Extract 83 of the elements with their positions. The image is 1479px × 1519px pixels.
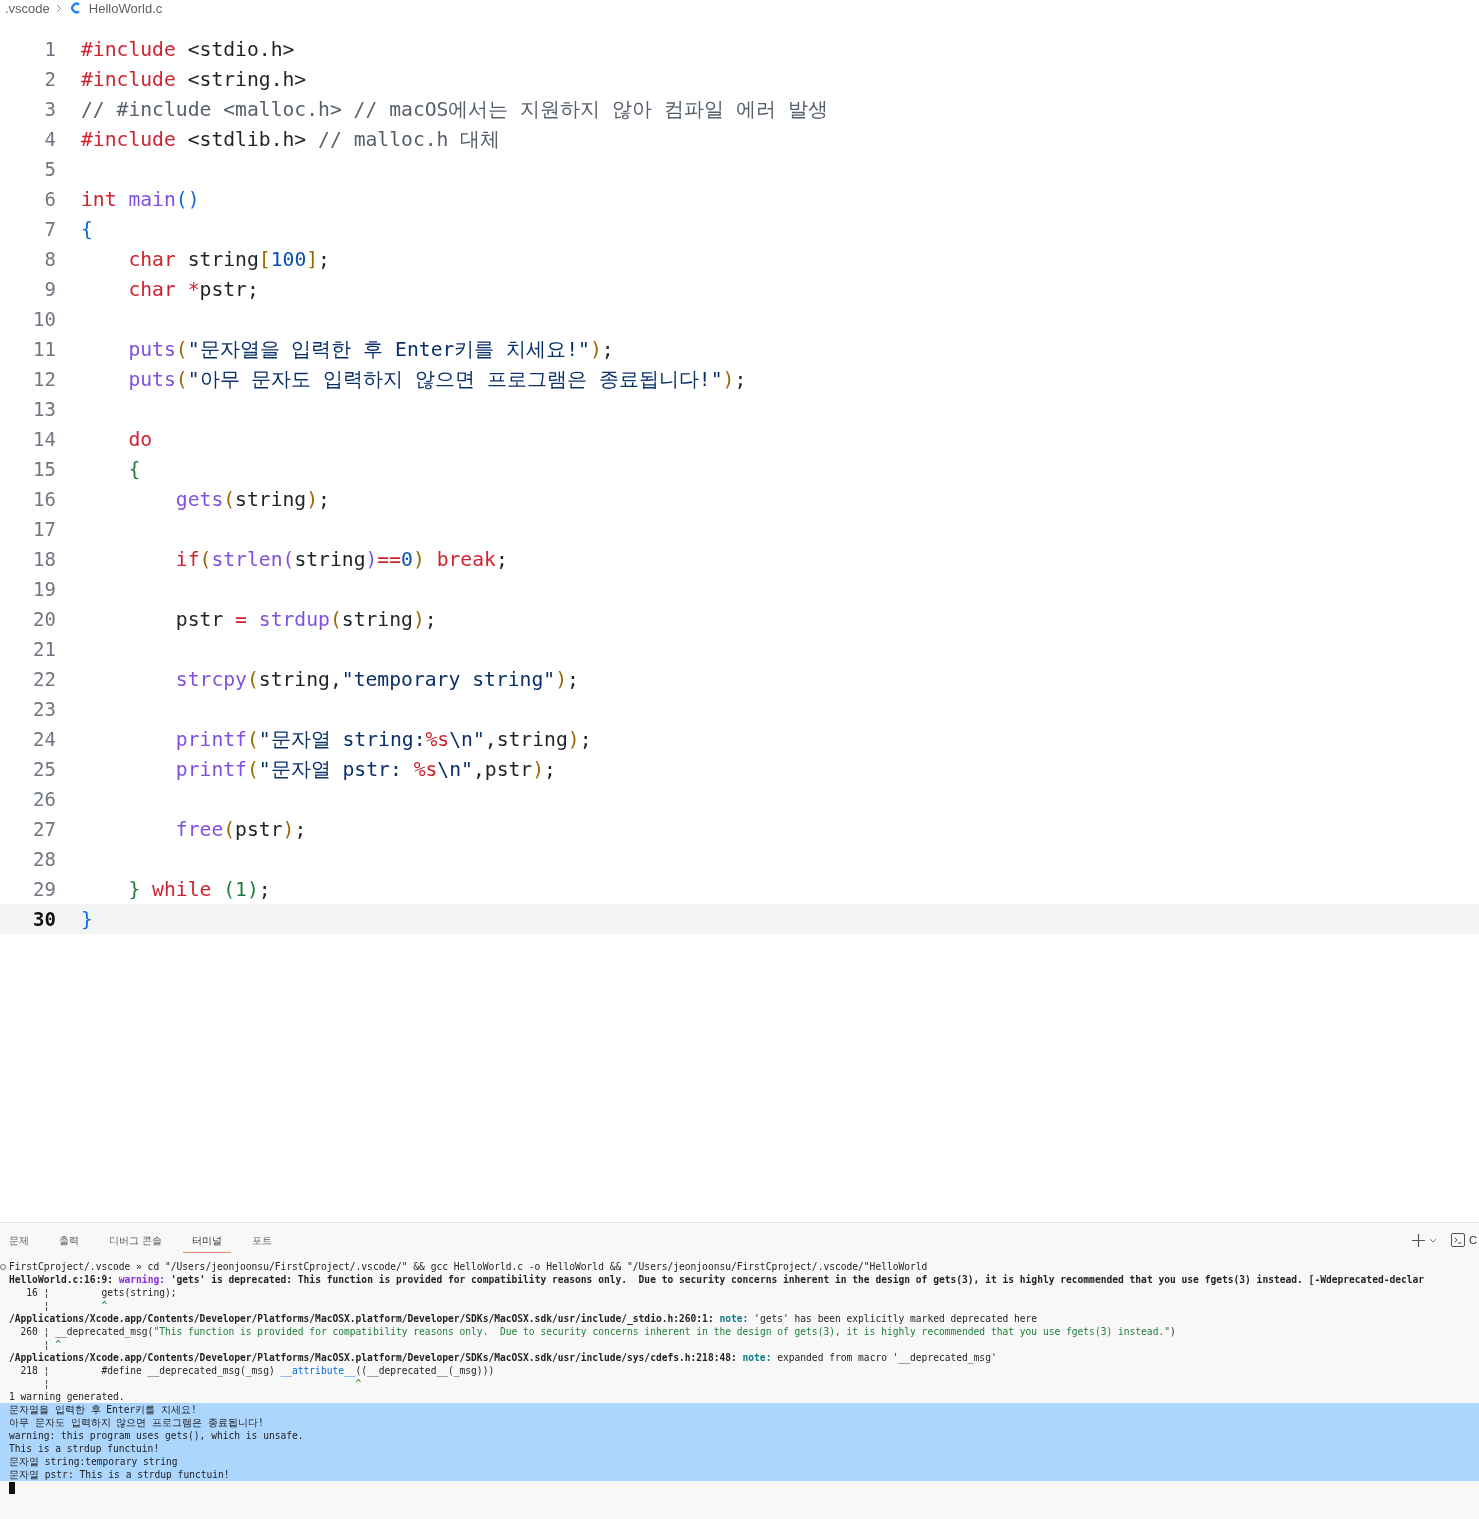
line-number: 24 <box>32 728 56 750</box>
code-line: // #include <malloc.h> // macOS에서는 지원하지 않아 컴파일 에러 발생 <box>81 96 828 123</box>
line-number: 20 <box>32 608 56 630</box>
terminal-line: /Applications/Xcode.app/Contents/Developer/Platforms/MacOSX.platform/Developer/SDKs/MacOSX.sdk/usr/include/_stdio.h:260:1: note: 'gets' has been explicitly marked deprecated here <box>9 1313 1038 1324</box>
line-number: 21 <box>32 638 56 660</box>
panel-tab[interactable]: 포트 <box>243 1227 282 1253</box>
code-line: printf("문자열 string:%s\n",string); <box>174 726 592 753</box>
line-number: 5 <box>43 158 56 180</box>
code-line: puts("문자열을 입력한 후 Enter키를 치세요!"); <box>127 336 614 363</box>
line-number: 15 <box>32 458 56 480</box>
terminal-line: 아무 문자도 입력하지 않으면 프로그램은 종료됩니다! <box>9 1417 264 1428</box>
line-number: 22 <box>32 668 56 690</box>
code-line: #include <stdlib.h> // malloc.h 대체 <box>81 126 501 153</box>
line-number: 25 <box>32 758 56 780</box>
terminal-line: This is a strdup functuin! <box>9 1443 160 1454</box>
c-file-icon <box>70 2 80 14</box>
line-number: 7 <box>43 218 56 240</box>
line-number: 23 <box>32 698 56 720</box>
terminal-line: warning: this program uses gets(), which is unsafe. <box>9 1430 304 1441</box>
code-line: char string[100]; <box>127 247 330 271</box>
code-line: int main() <box>81 187 200 211</box>
chevron-down-icon[interactable] <box>1429 1237 1438 1243</box>
line-number: 10 <box>32 308 56 330</box>
plus-icon[interactable] <box>1412 1233 1426 1247</box>
terminal-name[interactable]: C <box>1469 1234 1479 1246</box>
panel-tab[interactable]: 문제 <box>0 1227 38 1253</box>
code-line: char *pstr; <box>127 277 259 301</box>
line-number: 28 <box>32 848 56 870</box>
line-number: 2 <box>43 68 56 90</box>
line-number: 26 <box>32 788 56 810</box>
code-line: printf("문자열 pstr: %s\n",pstr); <box>174 756 556 783</box>
line-number: 3 <box>43 98 56 120</box>
code-line: strcpy(string,"temporary string"); <box>174 667 579 691</box>
terminal-line: 문자열 pstr: This is a strdup functuin! <box>9 1469 230 1480</box>
code-line: #include <stdio.h> <box>81 37 295 61</box>
line-number: 8 <box>43 248 56 270</box>
line-number: 16 <box>32 488 56 510</box>
terminal-line: 218 ¦ #define __deprecated_msg(_msg) __attribute__((__deprecated__(_msg))) <box>19 1365 495 1376</box>
panel-tab[interactable]: 출력 <box>50 1227 88 1253</box>
line-number: 19 <box>32 578 56 600</box>
code-line: } <box>81 907 93 931</box>
code-line: do <box>127 427 153 451</box>
terminal-line: 16 ¦ gets(string); <box>25 1287 177 1298</box>
breadcrumb-folder[interactable]: .vscode <box>5 0 50 16</box>
line-number: 27 <box>32 818 56 840</box>
code-line: #include <string.h> <box>81 67 307 91</box>
terminal-line: HelloWorld.c:16:9: warning: 'gets' is deprecated: This function is provided for compatibility reasons only. Due to security concerns inherent in the design of gets(3), it is highly recommended that you use fgets(3) instead. [-Wdeprecated-declar <box>9 1274 1425 1285</box>
line-number: 17 <box>32 518 56 540</box>
terminal-line: /Applications/Xcode.app/Contents/Developer/Platforms/MacOSX.platform/Developer/SDKs/MacOSX.sdk/usr/include/sys/cdefs.h:218:48: note: expanded from macro '__deprecated_msg' <box>9 1352 997 1363</box>
line-number: 13 <box>32 398 56 420</box>
terminal-line: FirstCproject/.vscode » cd "/Users/jeonjoonsu/FirstCproject/.vscode/" && gcc HelloWorld.c -o HelloWorld && "/Users/jeonjoonsu/FirstCproject/.vscode/"HelloWorld <box>9 1261 928 1272</box>
code-line: free(pstr); <box>174 817 307 841</box>
chevron-right-icon <box>55 3 62 13</box>
line-number: 11 <box>32 338 56 360</box>
terminal-line: ¦ ^ <box>42 1339 61 1350</box>
terminal-line: 260 ¦ __deprecated_msg("This function is provided for compatibility reasons only. Due to security concerns inherent in the design of gets(3), it is highly recommended that you use fgets(3) instead.") <box>19 1326 1176 1337</box>
code-line: } while (1); <box>127 877 271 901</box>
terminal-line: 1 warning generated. <box>9 1391 125 1402</box>
line-number: 30 <box>32 908 56 930</box>
line-number: 6 <box>43 188 56 210</box>
line-number: 4 <box>43 128 56 150</box>
panel-tab[interactable]: 디버그 콘솔 <box>100 1227 172 1253</box>
terminal-line: ¦ ^ <box>42 1300 108 1311</box>
panel-tab[interactable]: 터미널 <box>183 1227 232 1253</box>
line-number: 1 <box>43 38 56 60</box>
terminal-line: 문자열을 입력한 후 Enter키를 치세요! <box>9 1404 197 1415</box>
code-line: { <box>127 457 141 481</box>
code-line: { <box>81 217 93 241</box>
line-number: 12 <box>32 368 56 390</box>
line-number: 18 <box>32 548 56 570</box>
terminal-line: 문자열 string:temporary string <box>9 1456 178 1467</box>
code-line: if(strlen(string)==0) break; <box>174 547 508 571</box>
terminal-icon[interactable] <box>1451 1233 1466 1247</box>
terminal-line: ¦ ^ <box>42 1378 362 1389</box>
code-line: gets(string); <box>174 487 330 511</box>
prompt-circle-icon <box>0 1264 6 1270</box>
terminal-cursor <box>9 1482 15 1494</box>
line-number: 29 <box>32 878 56 900</box>
line-number: 14 <box>32 428 56 450</box>
code-line: puts("아무 문자도 입력하지 않으면 프로그램은 종료됩니다!"); <box>127 366 747 393</box>
code-line: pstr = strdup(string); <box>174 607 437 631</box>
line-number: 9 <box>43 278 56 300</box>
breadcrumb-file[interactable]: HelloWorld.c <box>88 0 163 16</box>
